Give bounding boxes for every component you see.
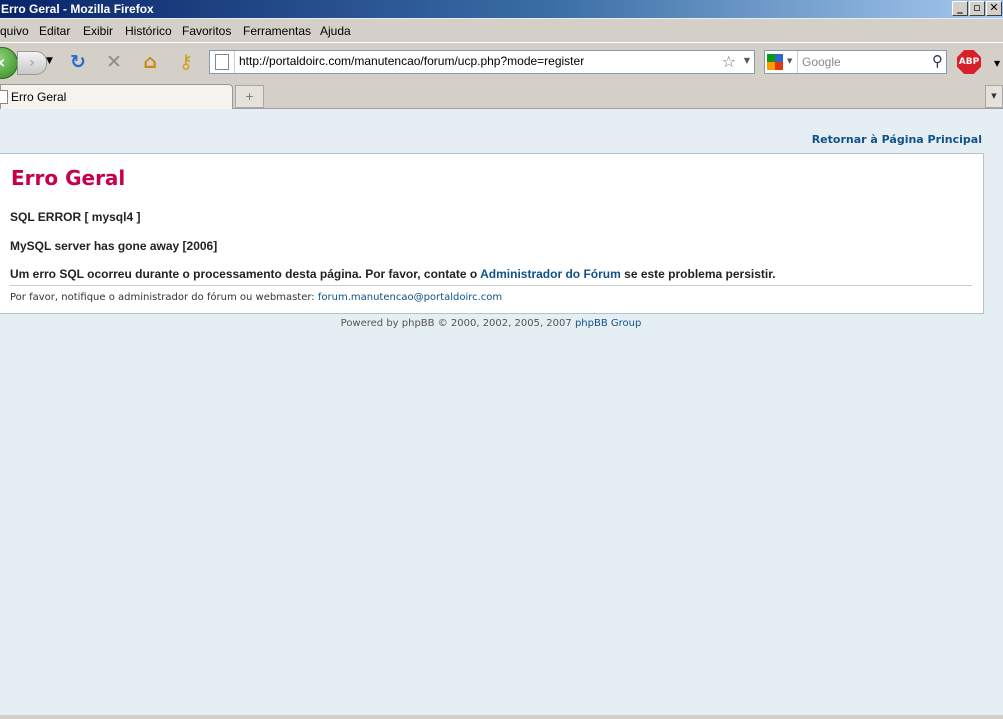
message-suffix: se este problema persistir.: [624, 267, 776, 281]
menu-favoritos[interactable]: Favoritos: [182, 24, 231, 38]
menu-historico[interactable]: Histórico: [125, 24, 172, 38]
address-bar[interactable]: ☆ ▼: [209, 50, 755, 74]
powered-by-footer: Powered by phpBB © 2000, 2002, 2005, 200…: [0, 318, 982, 329]
menu-ferramentas[interactable]: Ferramentas: [243, 24, 311, 38]
adblock-dropdown-icon[interactable]: ▼: [994, 59, 1000, 68]
navigation-toolbar: ‹ › ▼ ↻ ✕ ⌂ ⚷ ☆ ▼ ▼ ⚲ ABP ▼: [0, 42, 1003, 81]
key-icon[interactable]: ⚷: [175, 51, 197, 73]
phpbb-group-link[interactable]: phpBB Group: [575, 318, 641, 329]
menu-bar: quivo Editar Exibir Histórico Favoritos …: [0, 19, 1003, 42]
address-divider: [234, 51, 235, 73]
mysql-message-line: MySQL server has gone away [2006]: [10, 239, 218, 253]
url-input[interactable]: [239, 54, 709, 68]
url-dropdown-icon[interactable]: ▼: [744, 56, 750, 65]
tab-page-icon: [0, 90, 8, 104]
menu-editar[interactable]: Editar: [39, 24, 70, 38]
reload-icon[interactable]: ↻: [67, 51, 89, 73]
return-home-link[interactable]: Retornar à Página Principal: [812, 133, 982, 146]
tab-label: Erro Geral: [11, 90, 67, 104]
tab-erro-geral[interactable]: Erro Geral: [0, 84, 233, 109]
sql-error-line: SQL ERROR [ mysql4 ]: [10, 210, 141, 224]
error-panel: Erro Geral SQL ERROR [ mysql4 ] MySQL se…: [0, 153, 984, 314]
adblock-button[interactable]: ABP: [957, 50, 981, 74]
adblock-label: ABP: [958, 57, 980, 67]
panel-separator: [10, 285, 972, 286]
close-window-button[interactable]: ✕: [986, 1, 1002, 16]
menu-arquivo[interactable]: quivo: [0, 24, 29, 38]
history-dropdown-icon[interactable]: ▼: [46, 56, 53, 66]
home-icon[interactable]: ⌂: [139, 51, 161, 73]
magnifier-icon[interactable]: ⚲: [932, 52, 943, 70]
list-all-tabs-icon[interactable]: ▼: [985, 85, 1003, 108]
star-icon[interactable]: ☆: [722, 52, 736, 71]
menu-exibir[interactable]: Exibir: [83, 24, 113, 38]
page-icon: [215, 54, 229, 70]
search-input[interactable]: [802, 55, 920, 69]
page-content: Retornar à Página Principal Erro Geral S…: [0, 109, 1003, 715]
notify-prefix: Por favor, notifique o administrador do …: [10, 292, 315, 303]
error-title: Erro Geral: [11, 166, 126, 190]
forum-admin-link[interactable]: Administrador do Fórum: [480, 267, 621, 281]
window-bottom-edge: [0, 715, 1003, 719]
search-divider: [797, 51, 798, 73]
search-bar[interactable]: ▼ ⚲: [764, 50, 947, 74]
google-engine-icon[interactable]: [767, 54, 783, 70]
restore-button[interactable]: ▫: [969, 1, 985, 16]
window-titlebar: Erro Geral - Mozilla Firefox _ ▫ ✕: [0, 0, 1003, 18]
new-tab-button[interactable]: +: [235, 85, 264, 108]
error-message-line: Um erro SQL ocorreu durante o processame…: [10, 267, 776, 281]
window-title: Erro Geral - Mozilla Firefox: [1, 2, 154, 16]
forward-button[interactable]: ›: [17, 51, 47, 75]
minimize-button[interactable]: _: [952, 1, 968, 16]
tab-bar: Erro Geral + ▼: [0, 81, 1003, 109]
footer-text: Powered by phpBB © 2000, 2002, 2005, 200…: [340, 318, 572, 329]
back-arrow-icon: ‹: [0, 52, 5, 73]
forward-arrow-icon: ›: [29, 55, 35, 71]
stop-icon[interactable]: ✕: [103, 51, 125, 73]
back-button[interactable]: ‹: [0, 47, 18, 79]
notify-line: Por favor, notifique o administrador do …: [10, 292, 502, 303]
webmaster-email-link[interactable]: forum.manutencao@portaldoirc.com: [318, 292, 502, 303]
engine-dropdown-icon[interactable]: ▼: [787, 57, 792, 65]
menu-ajuda[interactable]: Ajuda: [320, 24, 351, 38]
message-prefix: Um erro SQL ocorreu durante o processame…: [10, 267, 478, 281]
